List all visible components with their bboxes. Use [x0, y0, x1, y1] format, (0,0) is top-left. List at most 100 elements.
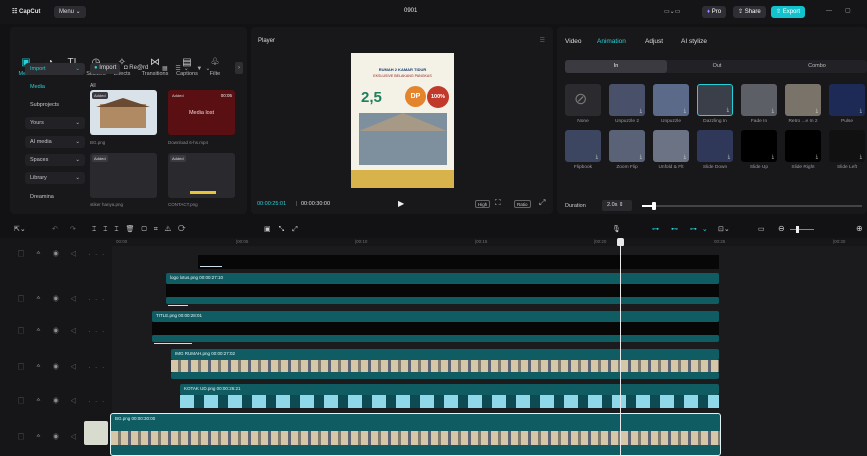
fullscreen-icon[interactable]: ⤢ [539, 198, 545, 208]
sidebar-item-label: Yours [30, 120, 44, 126]
sidebar-item-spaces[interactable]: Spaces ⌄ [25, 154, 85, 166]
play-icon[interactable]: ▶ [398, 199, 404, 208]
microphone-icon[interactable]: 🎙 [612, 225, 621, 233]
media-item-video[interactable]: Added 00:05 Media lost [168, 90, 235, 135]
animation-name: Retro ...e In 2 [788, 119, 818, 124]
animation-name: Dazzling In [703, 119, 727, 124]
clip-kotak-ud[interactable]: KOTAK UD.png 00:00:26:21 [180, 384, 719, 395]
animation-thumb[interactable]: ⤓ [697, 130, 733, 162]
ratio-button[interactable]: Ratio [514, 200, 531, 208]
clip-bg-thumbs [111, 431, 720, 445]
subtab-out[interactable]: Out [667, 60, 767, 73]
extra-tools-icons[interactable]: ▣⤡⤢ [264, 225, 306, 234]
fit-icon[interactable]: ⛶ [495, 198, 501, 208]
download-icon: ⤓ [726, 107, 729, 113]
clip-title-png[interactable]: TITLE.png 00:00:28:01 [152, 311, 719, 322]
contact-bar [190, 191, 216, 194]
preview-canvas[interactable]: RUMAH 2 KAMAR TIDUR EKSLUSIVE BELAKANG P… [351, 53, 454, 188]
track-controls[interactable]: ▢ ᅀ ◉ ◁ ··· [18, 294, 109, 303]
sidebar-item-import[interactable]: Import ⌄ [25, 63, 85, 75]
media-panel: ▣Media ◔Audio TIText ◷Stickers ✧Effects … [10, 27, 247, 214]
clip-bg-main[interactable]: BG.png 00:00:30:00 [110, 413, 721, 456]
animation-thumb[interactable]: ⤓ [829, 84, 865, 116]
quality-button[interactable]: High [475, 200, 491, 208]
share-button[interactable]: ⇪ Share [733, 6, 766, 18]
track-controls[interactable]: ▢ ᅀ ◉ ◁ ··· [18, 326, 109, 335]
subtab-combo[interactable]: Combo [767, 60, 867, 73]
clip-title: IMG RUMAH.png 00:00:27:02 [175, 351, 236, 356]
animation-thumb[interactable]: ⤓ [829, 130, 865, 162]
sidebar-item-subprojects[interactable]: Subprojects [25, 99, 85, 111]
record-button[interactable]: ◘ Re@rd [124, 65, 148, 71]
animation-thumb[interactable]: ⤓ [609, 130, 645, 162]
zoom-slider-handle[interactable] [796, 226, 799, 233]
tab-animation[interactable]: Animation [597, 38, 626, 45]
layout-icon[interactable]: ▭⌄▭ [664, 8, 680, 15]
animation-thumb[interactable]: ⤓ [653, 84, 689, 116]
tab-adjust[interactable]: Adjust [645, 38, 663, 45]
animation-thumb[interactable]: ⤓ [697, 84, 733, 116]
sidebar-item-library[interactable]: Library ⌄ [25, 172, 85, 184]
maximize-icon[interactable]: ▢ [845, 7, 851, 14]
duration-input[interactable]: 2.0s ⇕ [602, 200, 632, 211]
pro-button[interactable]: ♦ Pro [702, 6, 727, 18]
track-controls[interactable]: ▢ ᅀ ◉ ◁ ··· [18, 396, 109, 405]
link-snap-icons[interactable]: ⊶ ⊷ ⊶⌄ [652, 225, 713, 233]
sidebar-item-media[interactable]: Media [25, 81, 85, 93]
subtab-in[interactable]: In [565, 60, 667, 73]
undo-icon[interactable]: ↶ [52, 225, 58, 233]
tab-video[interactable]: Video [565, 38, 582, 45]
import-button[interactable]: ● Import [90, 63, 121, 74]
caption-icon[interactable]: ▭ [758, 225, 765, 233]
tab-ai-stylize[interactable]: AI stylize [681, 38, 707, 45]
animation-thumb[interactable]: ⤓ [741, 130, 777, 162]
animation-thumb[interactable]: ⤓ [785, 130, 821, 162]
media-item-contact[interactable]: Added [168, 153, 235, 198]
sidebar-item-label: Media [30, 84, 45, 90]
animation-thumb[interactable]: ⤓ [565, 130, 601, 162]
animation-thumb[interactable]: ⤓ [609, 84, 645, 116]
duration-slider-handle[interactable] [652, 202, 656, 210]
clip-img-rumah[interactable]: IMG RUMAH.png 00:00:27:02 [171, 349, 719, 360]
media-item-sticker[interactable]: Added [90, 153, 157, 198]
view-options-icons[interactable]: ▦ ☰⌄ ▼⌄ [162, 65, 213, 72]
toolbar-more-icon[interactable]: › [235, 62, 243, 74]
redo-icon[interactable]: ↷ [70, 225, 76, 233]
select-tool-icon[interactable]: ⇱⌄ [14, 225, 26, 233]
sidebar-item-dreamina[interactable]: Dreamina [25, 191, 85, 203]
animation-name: Unfold & Flt [658, 165, 684, 170]
import-label: Import [99, 65, 117, 71]
export-label: Export [782, 9, 801, 15]
animation-thumb[interactable]: ⤓ [653, 130, 689, 162]
media-item-bg[interactable]: Added [90, 90, 157, 135]
sidebar-item-label: AI media [30, 139, 52, 145]
settings-icon[interactable]: ⊕ [856, 224, 863, 233]
download-icon: ⤓ [771, 154, 774, 160]
menu-button[interactable]: Menu ⌄ [54, 6, 86, 18]
playhead-handle[interactable] [617, 238, 624, 246]
share-label: Share [744, 9, 761, 15]
clip-title: BG.png 00:00:30:00 [115, 416, 156, 421]
sidebar-item-ai-media[interactable]: AI media ⌄ [25, 136, 85, 148]
duration-slider[interactable] [642, 202, 862, 210]
export-button[interactable]: ⇧ Export [771, 6, 806, 18]
playhead[interactable] [620, 238, 621, 456]
animation-name: Zoom Flip [616, 165, 638, 170]
cover-thumbnail[interactable] [84, 421, 108, 445]
track-controls[interactable]: ▢ ᅀ ◉ ◁ ··· [18, 362, 109, 371]
roof-shape [96, 98, 150, 107]
sidebar-item-yours[interactable]: Yours ⌄ [25, 117, 85, 129]
animation-thumb[interactable]: ⤓ [785, 84, 821, 116]
preview-axis-icon[interactable]: ⊡⌄ [718, 225, 730, 233]
minimize-icon[interactable]: — [826, 8, 832, 14]
menu-icon[interactable]: ☰ [540, 37, 545, 44]
track-controls[interactable]: ▢ ᅀ ◉ ◁ ··· [18, 249, 109, 258]
media-item-caption: BG.png [90, 140, 106, 145]
zoom-slider[interactable] [790, 226, 814, 233]
clip-logo-lotus[interactable]: logo lotus.png 00:00:27:10 [166, 273, 719, 284]
clip-top-partial[interactable] [198, 255, 719, 269]
animation-thumb[interactable]: ⤓ [741, 84, 777, 116]
animation-thumb[interactable]: ⊘ [565, 84, 601, 116]
edit-tools-icons[interactable]: ⌶⌶⌶🗑▢⌗⚠⟳ [92, 225, 193, 234]
zoom-out-icon[interactable]: ⊖ [778, 224, 785, 233]
